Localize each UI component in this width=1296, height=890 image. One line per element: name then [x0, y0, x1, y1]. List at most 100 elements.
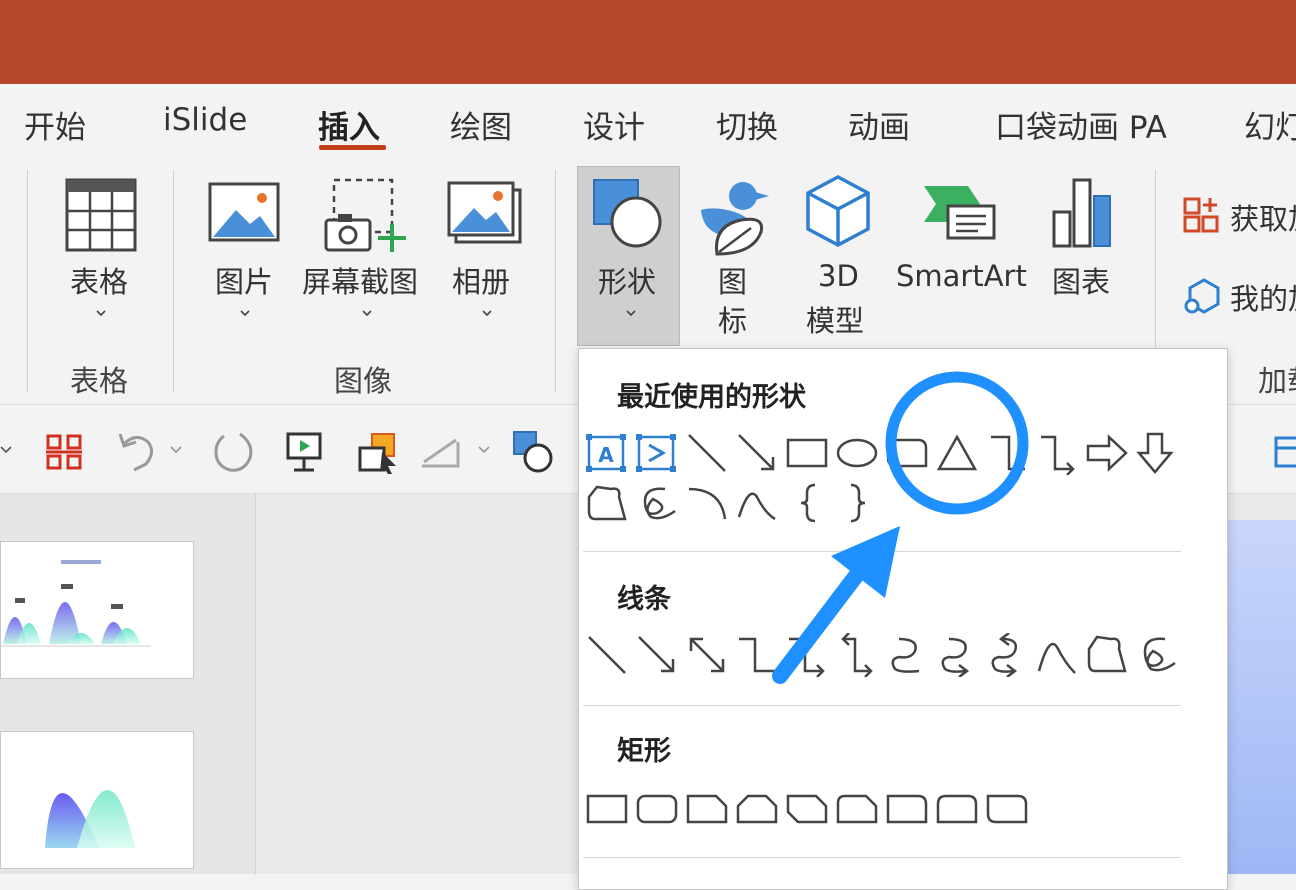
vertical-text-box-icon[interactable]	[635, 433, 677, 473]
tab-slideshow[interactable]: 幻灯	[1244, 102, 1296, 147]
double-arrow-line-icon[interactable]	[685, 633, 729, 677]
chart-label: 图表	[1052, 265, 1111, 299]
get-addins-label: 获取加	[1230, 202, 1296, 236]
picture-button[interactable]	[206, 178, 282, 328]
group-label-addins: 加载	[1258, 364, 1296, 398]
freeform-shape-icon[interactable]	[585, 483, 629, 523]
chevron-down-icon[interactable]	[478, 444, 490, 456]
group-divider	[555, 170, 556, 392]
section-divider	[583, 857, 1181, 858]
my-addins-icon	[1184, 278, 1220, 314]
tab-draw[interactable]: 绘图	[450, 102, 512, 147]
curved-double-arrow-connector-icon[interactable]	[985, 633, 1029, 677]
format-painter-icon[interactable]	[418, 432, 464, 472]
chevron-down-icon[interactable]	[240, 308, 250, 318]
tab-pocket-animation[interactable]: 口袋动画 PA	[995, 102, 1167, 147]
rectangle-icon[interactable]	[785, 435, 829, 471]
lines-heading: 线条	[617, 584, 671, 615]
right-brace-icon[interactable]	[843, 481, 873, 525]
arc-icon[interactable]	[685, 483, 729, 523]
elbow-connector-icon[interactable]	[985, 431, 1029, 475]
rounded-rectangle-icon[interactable]	[885, 435, 929, 471]
present-icon[interactable]	[284, 430, 324, 474]
shapes-icon[interactable]	[512, 430, 558, 476]
arrow-line-icon[interactable]	[635, 633, 679, 677]
arrow-line-icon[interactable]	[735, 431, 779, 475]
line-shape-icon[interactable]	[585, 633, 629, 677]
chevron-down-icon[interactable]	[626, 308, 636, 318]
tab-home[interactable]: 开始	[24, 102, 86, 147]
picture-icon	[208, 182, 280, 242]
undo-icon[interactable]	[114, 428, 158, 472]
right-arrow-icon[interactable]	[1085, 433, 1129, 473]
text-box-icon[interactable]: A	[585, 433, 627, 473]
tab-design[interactable]: 设计	[583, 102, 645, 147]
picture-label: 图片	[215, 265, 274, 299]
scribble-icon[interactable]	[635, 483, 679, 523]
rounded-rectangle-icon[interactable]	[635, 791, 679, 827]
chevron-down-icon[interactable]	[96, 308, 106, 318]
slide-thumbnail[interactable]	[0, 541, 194, 679]
duck-leaf-icon	[701, 182, 769, 256]
scribble-icon[interactable]	[1135, 633, 1179, 677]
select-objects-icon[interactable]	[356, 430, 400, 474]
round-single-corner-rectangle-icon[interactable]	[885, 791, 929, 827]
rectangle-icon[interactable]	[585, 791, 629, 827]
slide-thumbnail[interactable]	[0, 731, 194, 869]
freeform-shape-icon[interactable]	[1085, 633, 1129, 677]
icons-label-line2: 标	[718, 304, 748, 338]
3d-models-label-line1: 3D	[818, 259, 859, 293]
3d-models-label-line2: 模型	[806, 304, 865, 338]
cube-icon	[806, 175, 870, 247]
snip-diagonal-rectangle-icon[interactable]	[785, 791, 829, 827]
shapes-gallery-dropdown: 最近使用的形状 A 线条 矩形	[578, 348, 1228, 890]
group-divider	[173, 170, 174, 392]
curved-connector-icon[interactable]	[885, 633, 929, 677]
oval-icon[interactable]	[835, 435, 879, 471]
tab-transitions[interactable]: 切换	[716, 102, 778, 147]
chevron-down-icon[interactable]	[0, 444, 12, 456]
round-same-side-rectangle-icon[interactable]	[935, 791, 979, 827]
shapes-icon	[593, 179, 662, 248]
layout-icon[interactable]	[1272, 434, 1296, 470]
curve-icon[interactable]	[1035, 633, 1079, 677]
elbow-arrow-connector-icon[interactable]	[1035, 431, 1079, 475]
store-icon	[1183, 197, 1219, 233]
islide-icon[interactable]	[44, 432, 84, 472]
down-arrow-icon[interactable]	[1135, 431, 1175, 475]
snip-round-rectangle-icon[interactable]	[835, 791, 879, 827]
curve-icon[interactable]	[735, 483, 779, 523]
rectangles-heading: 矩形	[617, 736, 671, 767]
elbow-arrow-connector-icon[interactable]	[785, 633, 829, 677]
triangle-icon[interactable]	[935, 433, 979, 473]
elbow-double-arrow-connector-icon[interactable]	[835, 633, 879, 677]
line-shape-icon[interactable]	[685, 431, 729, 475]
my-addins-button[interactable]: 我的加	[1180, 272, 1296, 316]
smartart-icon	[924, 186, 996, 240]
group-label-table: 表格	[70, 364, 129, 398]
round-diagonal-rectangle-icon[interactable]	[985, 791, 1029, 827]
snip-same-side-rectangle-icon[interactable]	[735, 791, 779, 827]
redo-icon[interactable]	[210, 428, 256, 474]
current-slide[interactable]	[1226, 520, 1296, 874]
snip-corner-rectangle-icon[interactable]	[685, 791, 729, 827]
chevron-down-icon[interactable]	[170, 444, 182, 456]
section-divider	[583, 705, 1181, 706]
ribbon-tabs: 开始 iSlide 插入 绘图 设计 切换 动画 口袋动画 PA 幻灯	[0, 84, 1296, 156]
table-icon	[65, 178, 137, 252]
chevron-down-icon[interactable]	[482, 308, 492, 318]
photo-album-icon	[447, 181, 522, 244]
tab-insert[interactable]: 插入	[318, 102, 380, 147]
bar-chart-icon	[1052, 178, 1111, 248]
get-addins-button[interactable]: 获取加	[1180, 192, 1296, 236]
smartart-label: SmartArt	[896, 259, 1027, 293]
left-brace-icon[interactable]	[793, 481, 823, 525]
chevron-down-icon[interactable]	[362, 308, 372, 318]
active-tab-indicator	[319, 145, 386, 150]
tab-islide[interactable]: iSlide	[163, 102, 247, 138]
screenshot-button[interactable]	[318, 176, 410, 326]
elbow-connector-icon[interactable]	[735, 633, 779, 677]
curved-arrow-connector-icon[interactable]	[935, 633, 979, 677]
screenshot-label: 屏幕截图	[302, 265, 419, 299]
tab-animations[interactable]: 动画	[848, 102, 910, 147]
